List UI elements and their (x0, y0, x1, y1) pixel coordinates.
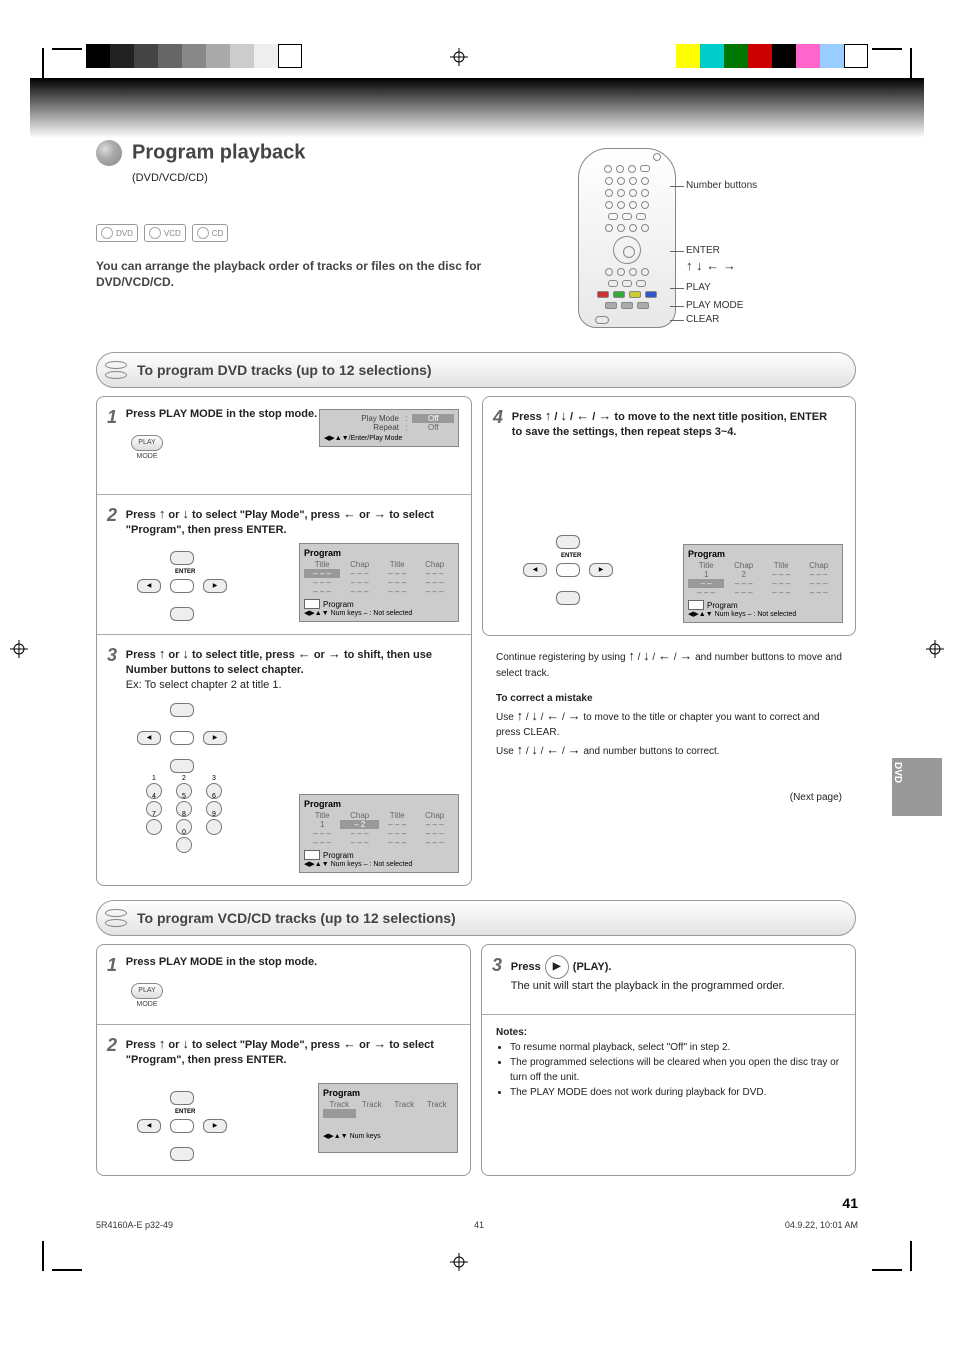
callout-play: PLAY (686, 282, 711, 293)
header-gradient (30, 78, 924, 138)
disc-icon (105, 907, 127, 929)
side-tab: DVD (892, 758, 942, 816)
step-a2: 2 Press ↑ or ↓ to select "Play Mode", pr… (97, 495, 471, 635)
disc-dvd-icon: DVD (96, 224, 138, 242)
dpad-icon: ◀▶ (137, 703, 227, 773)
callout-enter: ENTER (686, 245, 776, 256)
play-icon: ▶ (545, 955, 569, 979)
playmode-button-icon: PLAYMODE (131, 983, 163, 999)
osd-program: Program TrackTrackTrackTrack ◀▶▲▼ Num ke… (318, 1083, 458, 1153)
remote-illustration (578, 148, 676, 328)
page-number: 41 (842, 1195, 858, 1211)
section-a-title: To program DVD tracks (up to 12 selectio… (137, 362, 432, 378)
osd-program: Program TitleChapTitleChap – – –– – –– –… (299, 543, 459, 622)
step-a1: 1 Press PLAY MODE in the stop mode. PLAY… (97, 397, 471, 495)
registration-mark-icon (10, 640, 28, 658)
grayscale-bar (86, 44, 302, 68)
registration-mark-icon (450, 48, 468, 66)
registration-mark-icon (926, 640, 944, 658)
registration-mark-icon (450, 1253, 468, 1271)
section-b-title: To program VCD/CD tracks (up to 12 selec… (137, 910, 456, 926)
osd-playmode: Play Mode:Off Repeat:Off ◀▶▲▼/Enter/Play… (319, 409, 459, 447)
dpad-icon: ENTER◀▶ (137, 1091, 227, 1161)
callout-number-buttons: Number buttons (686, 180, 757, 191)
callout-playmode: PLAY MODE (686, 300, 743, 311)
callout-arrows: ↑ ↓ ← → (686, 258, 796, 273)
disc-vcd-icon: VCD (144, 224, 186, 242)
step-a4: 4 Press ↑ / ↓ / ← / → to move to the nex… (482, 396, 856, 636)
playmode-button-icon: PLAYMODE (131, 435, 163, 451)
step-b1: 1 Press PLAY MODE in the stop mode. PLAY… (97, 945, 470, 1025)
osd-program: Program TitleChapTitleChap 1– 2– – –– – … (299, 794, 459, 873)
footer-center: 41 (474, 1220, 484, 1230)
section-b-left-col: 1 Press PLAY MODE in the stop mode. PLAY… (96, 944, 471, 1176)
footer: 5R4160A-E p32-49 41 04.9.22, 10:01 AM (96, 1220, 858, 1230)
page-title: Program playback (96, 140, 856, 166)
footer-right: 04.9.22, 10:01 AM (785, 1220, 858, 1230)
bullet-icon (96, 140, 122, 166)
disc-icon (105, 359, 127, 381)
section-a-left-col: 1 Press PLAY MODE in the stop mode. PLAY… (96, 396, 472, 886)
disc-icons: DVD VCD CD (96, 224, 228, 242)
section-a-bar: To program DVD tracks (up to 12 selectio… (96, 352, 856, 388)
dpad-icon: ENTER◀▶ (137, 551, 227, 621)
section-b-bar: To program VCD/CD tracks (up to 12 selec… (96, 900, 856, 936)
section-a-right-col: 4 Press ↑ / ↓ / ← / → to move to the nex… (482, 396, 856, 886)
step-a3: 3 Press ↑ or ↓ to select title, press ← … (97, 635, 471, 885)
section-b-right-col: 3 Press▶(PLAY).The unit will start the p… (481, 944, 856, 1176)
dpad-icon: ENTER◀▶ (523, 535, 613, 605)
title-text: Program playback (132, 141, 305, 163)
color-bar (676, 44, 868, 68)
callout-clear: CLEAR (686, 314, 719, 325)
footer-left: 5R4160A-E p32-49 (96, 1220, 173, 1230)
intro-text: You can arrange the playback order of tr… (96, 258, 546, 290)
osd-program: Program TitleChapTitleChap 12– – –– – – … (683, 544, 843, 623)
numpad-icon (129, 783, 239, 855)
next-page-hint: (Next page) (496, 790, 842, 805)
step-b3: 3 Press▶(PLAY).The unit will start the p… (482, 945, 855, 1015)
step-b2: 2 Press ↑ or ↓ to select "Play Mode", pr… (97, 1025, 470, 1175)
disc-cd-icon: CD (192, 224, 229, 242)
step-a4-tail: Continue registering by using ↑ / ↓ / ← … (482, 636, 856, 815)
notes-block: Notes: To resume normal playback, select… (482, 1015, 855, 1110)
